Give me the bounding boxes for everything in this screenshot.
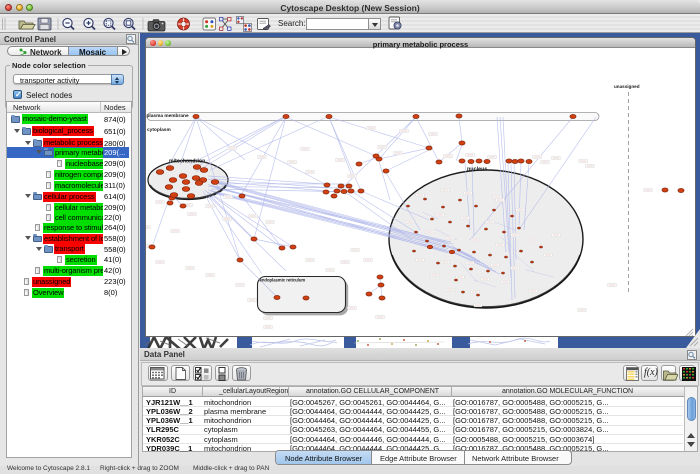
svg-text:plasma membrane: plasma membrane bbox=[147, 113, 189, 119]
svg-text:mitochondrion: mitochondrion bbox=[169, 159, 205, 165]
svg-text:endoplasmic reticulum: endoplasmic reticulum bbox=[260, 278, 306, 283]
svg-text:nucleus: nucleus bbox=[467, 167, 487, 173]
svg-text:cytoplasm: cytoplasm bbox=[147, 127, 171, 133]
svg-text:unassigned: unassigned bbox=[614, 84, 640, 89]
